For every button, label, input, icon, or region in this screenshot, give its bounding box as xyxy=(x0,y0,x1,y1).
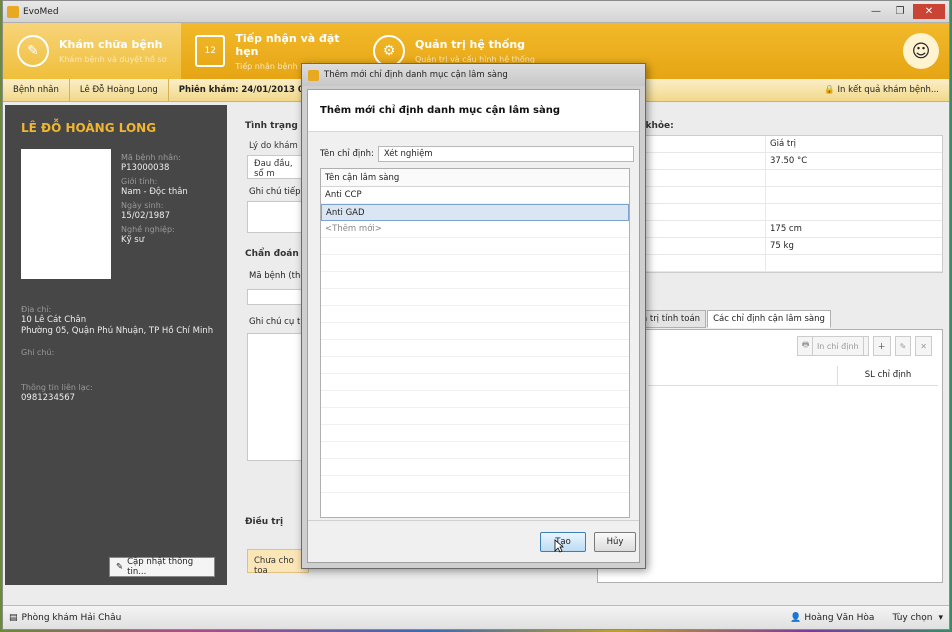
cancel-button[interactable]: Hủy xyxy=(594,532,636,552)
table-row[interactable] xyxy=(598,204,942,221)
status-bar: ▤ Phòng khám Hải Châu 👤 Hoàng Văn Hòa Tù… xyxy=(3,605,949,629)
minimize-icon[interactable]: — xyxy=(865,4,887,19)
edit-icon[interactable]: ✎ xyxy=(894,336,912,356)
tab-sublabel: Khám bệnh và duyệt hồ sơ xyxy=(59,55,167,64)
table-row[interactable]: 37.50 °C xyxy=(598,153,942,170)
user-icon: 👤 xyxy=(790,612,802,623)
list-item[interactable]: Anti CCP xyxy=(321,187,629,204)
close-icon[interactable]: ✕ xyxy=(913,4,945,19)
clinical-orders-panel: 🖶 In chỉ định ＋ ✎ ✕ SL chỉ định xyxy=(597,329,943,583)
table-row[interactable]: tr xyxy=(598,187,942,204)
table-row xyxy=(598,255,942,272)
list-item-selected[interactable]: Anti GAD xyxy=(321,204,629,221)
table-row[interactable]: 75 kg xyxy=(598,238,942,255)
patient-id: P13000038 xyxy=(121,163,170,173)
patient-id-label: Mã bệnh nhân: xyxy=(121,153,181,162)
tab-label: Tiếp nhận và đặt hẹn xyxy=(235,31,340,58)
dob-value: 15/02/1987 xyxy=(121,211,170,221)
maximize-icon[interactable]: ❐ xyxy=(889,4,911,19)
reason-input[interactable]: Đau đầu, sổ m xyxy=(247,155,309,179)
user-name[interactable]: Hoàng Văn Hòa xyxy=(804,613,874,623)
doctor-avatar-icon[interactable]: ☺ xyxy=(903,33,939,69)
edit-doc-icon: ✎ xyxy=(116,562,124,572)
clinic-name: Phòng khám Hải Châu xyxy=(21,612,122,623)
gender-value: Nam - Độc thân xyxy=(121,187,188,197)
print-result-link[interactable]: 🔒 In kết quả khám bệnh... xyxy=(814,79,949,102)
app-logo-icon xyxy=(7,5,19,18)
tab-kham-chua-benh[interactable]: ✎ Khám chữa bệnh Khám bệnh và duyệt hồ s… xyxy=(3,23,181,79)
note-label: Ghi chú: xyxy=(21,348,55,357)
update-info-label: Cập nhật thông tin... xyxy=(127,557,194,577)
print-result-label: In kết quả khám bệnh... xyxy=(837,85,939,95)
tab-label: Khám chữa bệnh xyxy=(59,38,163,51)
title-bar: EvoMed — ❐ ✕ xyxy=(3,1,949,23)
gender-label: Giới tính: xyxy=(121,177,158,186)
edit-icon: ✎ xyxy=(17,35,49,67)
update-info-button[interactable]: ✎ Cập nhật thông tin... xyxy=(109,557,215,577)
breadcrumb-patient[interactable]: Bệnh nhân xyxy=(3,78,70,102)
diagnosis-code-input[interactable] xyxy=(247,289,309,305)
delete-icon[interactable]: ✕ xyxy=(915,336,932,356)
diagnosis-title: Chẩn đoán xyxy=(245,249,299,259)
print-order-button[interactable]: 🖶 In chỉ định xyxy=(796,336,869,356)
tab-strip: Giá trị tính toán Các chỉ định cận lâm s… xyxy=(627,310,832,328)
address-line2: Phường 05, Quận Phú Nhuận, TP Hồ Chí Min… xyxy=(21,326,214,336)
intake-note-input[interactable] xyxy=(247,201,309,233)
table-row: Giá trị xyxy=(598,136,942,153)
diagnosis-note-input[interactable] xyxy=(247,333,309,461)
address-label: Địa chỉ: xyxy=(21,305,52,314)
qty-header: SL chỉ định xyxy=(864,370,912,380)
order-name-input[interactable]: Xét nghiệm xyxy=(377,146,634,162)
job-label: Nghề nghiệp: xyxy=(121,225,175,234)
chevron-down-icon[interactable]: ▾ xyxy=(938,613,943,623)
mouse-cursor-icon xyxy=(554,539,564,553)
clinic-icon: ▤ xyxy=(9,612,18,623)
dialog-title-bar: Thêm mới chỉ định danh mục cận lâm sàng xyxy=(302,64,645,86)
breadcrumb-name[interactable]: Lê Đỗ Hoàng Long xyxy=(70,78,169,102)
status-title: Tình trạng xyxy=(245,121,298,131)
calendar-icon: 12 xyxy=(195,35,226,67)
address-line1: 10 Lê Cát Chân xyxy=(21,315,87,325)
job-value: Kỹ sư xyxy=(121,235,145,245)
dialog-title: Thêm mới chỉ định danh mục cận lâm sàng xyxy=(324,70,508,80)
app-logo-icon xyxy=(308,69,319,81)
table-row[interactable]: thu xyxy=(598,170,942,187)
order-name-label: Tên chỉ định: xyxy=(320,149,374,159)
treatment-title: Điều trị xyxy=(245,517,284,527)
phone-value: 0981234567 xyxy=(21,393,76,403)
window-title: EvoMed xyxy=(23,6,59,17)
list-header: Tên cận lâm sàng xyxy=(321,169,629,187)
intake-note-label: Ghi chú tiếp n xyxy=(249,187,309,197)
health-panel: c khỏe: Giá trị 37.50 °C thu tr 175 cm 7… xyxy=(597,105,947,585)
treatment-status[interactable]: Chưa cho toa xyxy=(247,549,309,576)
patient-panel: LÊ ĐỖ HOÀNG LONG Mã bệnh nhân: P13000038… xyxy=(5,105,227,585)
dialog-heading: Thêm mới chỉ định danh mục cận lâm sàng xyxy=(308,90,639,132)
table-row[interactable]: 175 cm xyxy=(598,221,942,238)
list-item-add-new[interactable]: <Thêm mới> xyxy=(321,221,629,238)
patient-name: LÊ ĐỖ HOÀNG LONG xyxy=(21,121,157,135)
patient-photo xyxy=(21,149,111,279)
options-menu[interactable]: Tùy chọn xyxy=(892,613,932,623)
value-header: Giá trị xyxy=(770,139,797,149)
dob-label: Ngày sinh: xyxy=(121,201,164,210)
add-order-dialog: Thêm mới chỉ định danh mục cận lâm sàng … xyxy=(301,63,646,569)
tab-clinical-orders[interactable]: Các chỉ định cận lâm sàng xyxy=(707,310,831,328)
tab-label: Quản trị hệ thống xyxy=(415,38,526,51)
dialog-footer: Tạo Hủy xyxy=(308,520,639,562)
clinical-test-list: Tên cận lâm sàng Anti CCP Anti GAD <Thêm… xyxy=(320,168,630,518)
orders-grid-header: SL chỉ định xyxy=(648,366,938,386)
add-icon[interactable]: ＋ xyxy=(872,336,891,356)
vitals-table: Giá trị 37.50 °C thu tr 175 cm 75 kg xyxy=(597,135,943,273)
contact-label: Thông tin liên lạc: xyxy=(21,383,93,392)
